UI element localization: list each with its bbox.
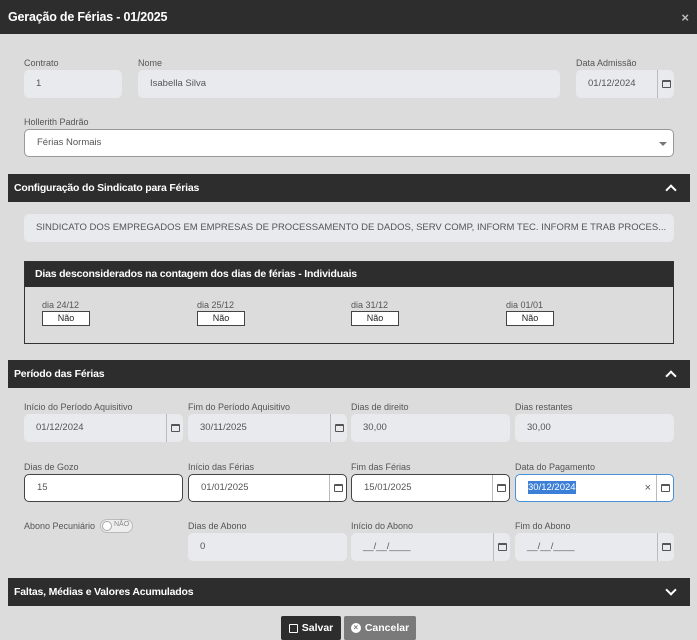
calendar-icon[interactable] — [656, 475, 673, 501]
dias-restantes-field: 30,00 — [515, 414, 674, 442]
modal-titlebar: Geração de Férias - 01/2025 × — [0, 0, 697, 34]
modal-title: Geração de Férias - 01/2025 — [8, 10, 168, 24]
fim-abono-label: Fim do Abono — [515, 521, 571, 531]
dia-toggle-button[interactable]: Não — [506, 311, 554, 326]
dia-label: dia 31/12 — [351, 300, 389, 310]
inicio-ferias-input[interactable]: 01/01/2025 — [188, 474, 347, 502]
inicio-aquisitivo-label: Início do Período Aquisitivo — [24, 402, 133, 412]
dia-label: dia 24/12 — [42, 300, 80, 310]
dias-abono-field: 0 — [188, 533, 347, 561]
hollerith-value: Férias Normais — [37, 137, 102, 148]
modal: Geração de Férias - 01/2025 × Contrato 1… — [0, 0, 697, 640]
cancel-label: Cancelar — [364, 622, 410, 634]
sindicato-section-title: Configuração do Sindicato para Férias — [14, 182, 200, 194]
abono-label: Abono Pecuniário — [24, 521, 96, 531]
calendar-icon[interactable] — [166, 414, 183, 442]
data-pagamento-input[interactable]: 30/12/2024 × — [515, 474, 674, 502]
dias-restantes-label: Dias restantes — [515, 402, 573, 412]
cancel-button[interactable]: × Cancelar — [344, 616, 416, 640]
nome-field: Isabella Silva — [138, 70, 560, 98]
inicio-ferias-label: Início das Férias — [188, 462, 255, 472]
fim-aquisitivo-value: 30/11/2025 — [200, 422, 247, 433]
save-icon — [288, 623, 298, 633]
toggle-text: NÃO — [114, 521, 130, 528]
dias-direito-label: Dias de direito — [351, 402, 409, 412]
data-admissao-label: Data Admissão — [576, 58, 637, 68]
dias-desconsiderados-panel: Dias desconsiderados na contagem dos dia… — [24, 261, 674, 344]
dias-gozo-input[interactable]: 15 — [24, 474, 183, 502]
clear-icon[interactable]: × — [645, 475, 651, 501]
calendar-icon[interactable] — [329, 475, 346, 501]
periodo-section-header[interactable]: Período das Férias — [8, 360, 690, 388]
cancel-icon: × — [350, 623, 361, 633]
dias-abono-label: Dias de Abono — [188, 521, 247, 531]
calendar-icon[interactable] — [493, 533, 510, 561]
fim-ferias-label: Fim das Férias — [351, 462, 411, 472]
chevron-up-icon[interactable] — [664, 367, 678, 381]
fim-abono-field: __/__/____ — [515, 533, 674, 561]
hollerith-select[interactable]: Férias Normais — [24, 129, 674, 157]
chevron-up-icon[interactable] — [664, 181, 678, 195]
inicio-abono-label: Início do Abono — [351, 521, 414, 531]
fim-abono-value: __/__/____ — [527, 541, 575, 552]
dias-desconsiderados-title: Dias desconsiderados na contagem dos dia… — [35, 268, 357, 280]
chevron-down-icon[interactable] — [664, 585, 678, 599]
inicio-aquisitivo-field: 01/12/2024 — [24, 414, 183, 442]
contrato-label: Contrato — [24, 58, 59, 68]
dia-toggle-button[interactable]: Não — [351, 311, 399, 326]
close-icon[interactable]: × — [681, 10, 689, 25]
dia-label: dia 01/01 — [506, 300, 544, 310]
dias-desconsiderados-header: Dias desconsiderados na contagem dos dia… — [25, 262, 673, 287]
sindicato-name-field: SINDICATO DOS EMPREGADOS EM EMPRESAS DE … — [24, 214, 674, 242]
hollerith-label: Hollerith Padrão — [24, 117, 89, 127]
faltas-section-header[interactable]: Faltas, Médias e Valores Acumulados — [8, 578, 690, 606]
calendar-icon[interactable] — [657, 533, 674, 561]
inicio-abono-value: __/__/____ — [363, 541, 411, 552]
fim-aquisitivo-label: Fim do Período Aquisitivo — [188, 402, 291, 412]
fim-ferias-input[interactable]: 15/01/2025 — [351, 474, 510, 502]
dias-gozo-label: Dias de Gozo — [24, 462, 79, 472]
sindicato-section-header[interactable]: Configuração do Sindicato para Férias — [8, 174, 690, 202]
inicio-abono-field: __/__/____ — [351, 533, 510, 561]
abono-toggle[interactable]: NÃO — [100, 519, 133, 533]
calendar-icon[interactable] — [492, 475, 509, 501]
calendar-icon[interactable] — [330, 414, 347, 442]
data-pagamento-label: Data do Pagamento — [515, 462, 596, 472]
inicio-aquisitivo-value: 01/12/2024 — [36, 422, 84, 433]
dia-label: dia 25/12 — [197, 300, 235, 310]
dias-direito-field: 30,00 — [351, 414, 510, 442]
inicio-ferias-value: 01/01/2025 — [201, 482, 249, 493]
data-admissao-value: 01/12/2024 — [588, 78, 636, 89]
dia-toggle-button[interactable]: Não — [42, 311, 90, 326]
periodo-section-title: Período das Férias — [14, 368, 105, 380]
toggle-knob — [102, 521, 112, 531]
save-label: Salvar — [301, 622, 334, 634]
fim-aquisitivo-field: 30/11/2025 — [188, 414, 347, 442]
data-pagamento-value: 30/12/2024 — [528, 481, 576, 494]
faltas-section-title: Faltas, Médias e Valores Acumulados — [14, 586, 194, 598]
dia-toggle-button[interactable]: Não — [197, 311, 245, 326]
fim-ferias-value: 15/01/2025 — [364, 482, 412, 493]
contrato-field: 1 — [24, 70, 122, 98]
nome-label: Nome — [138, 58, 163, 68]
calendar-icon[interactable] — [657, 70, 674, 98]
data-admissao-field: 01/12/2024 — [576, 70, 674, 98]
save-button[interactable]: Salvar — [281, 616, 341, 640]
chevron-down-icon — [659, 142, 667, 146]
